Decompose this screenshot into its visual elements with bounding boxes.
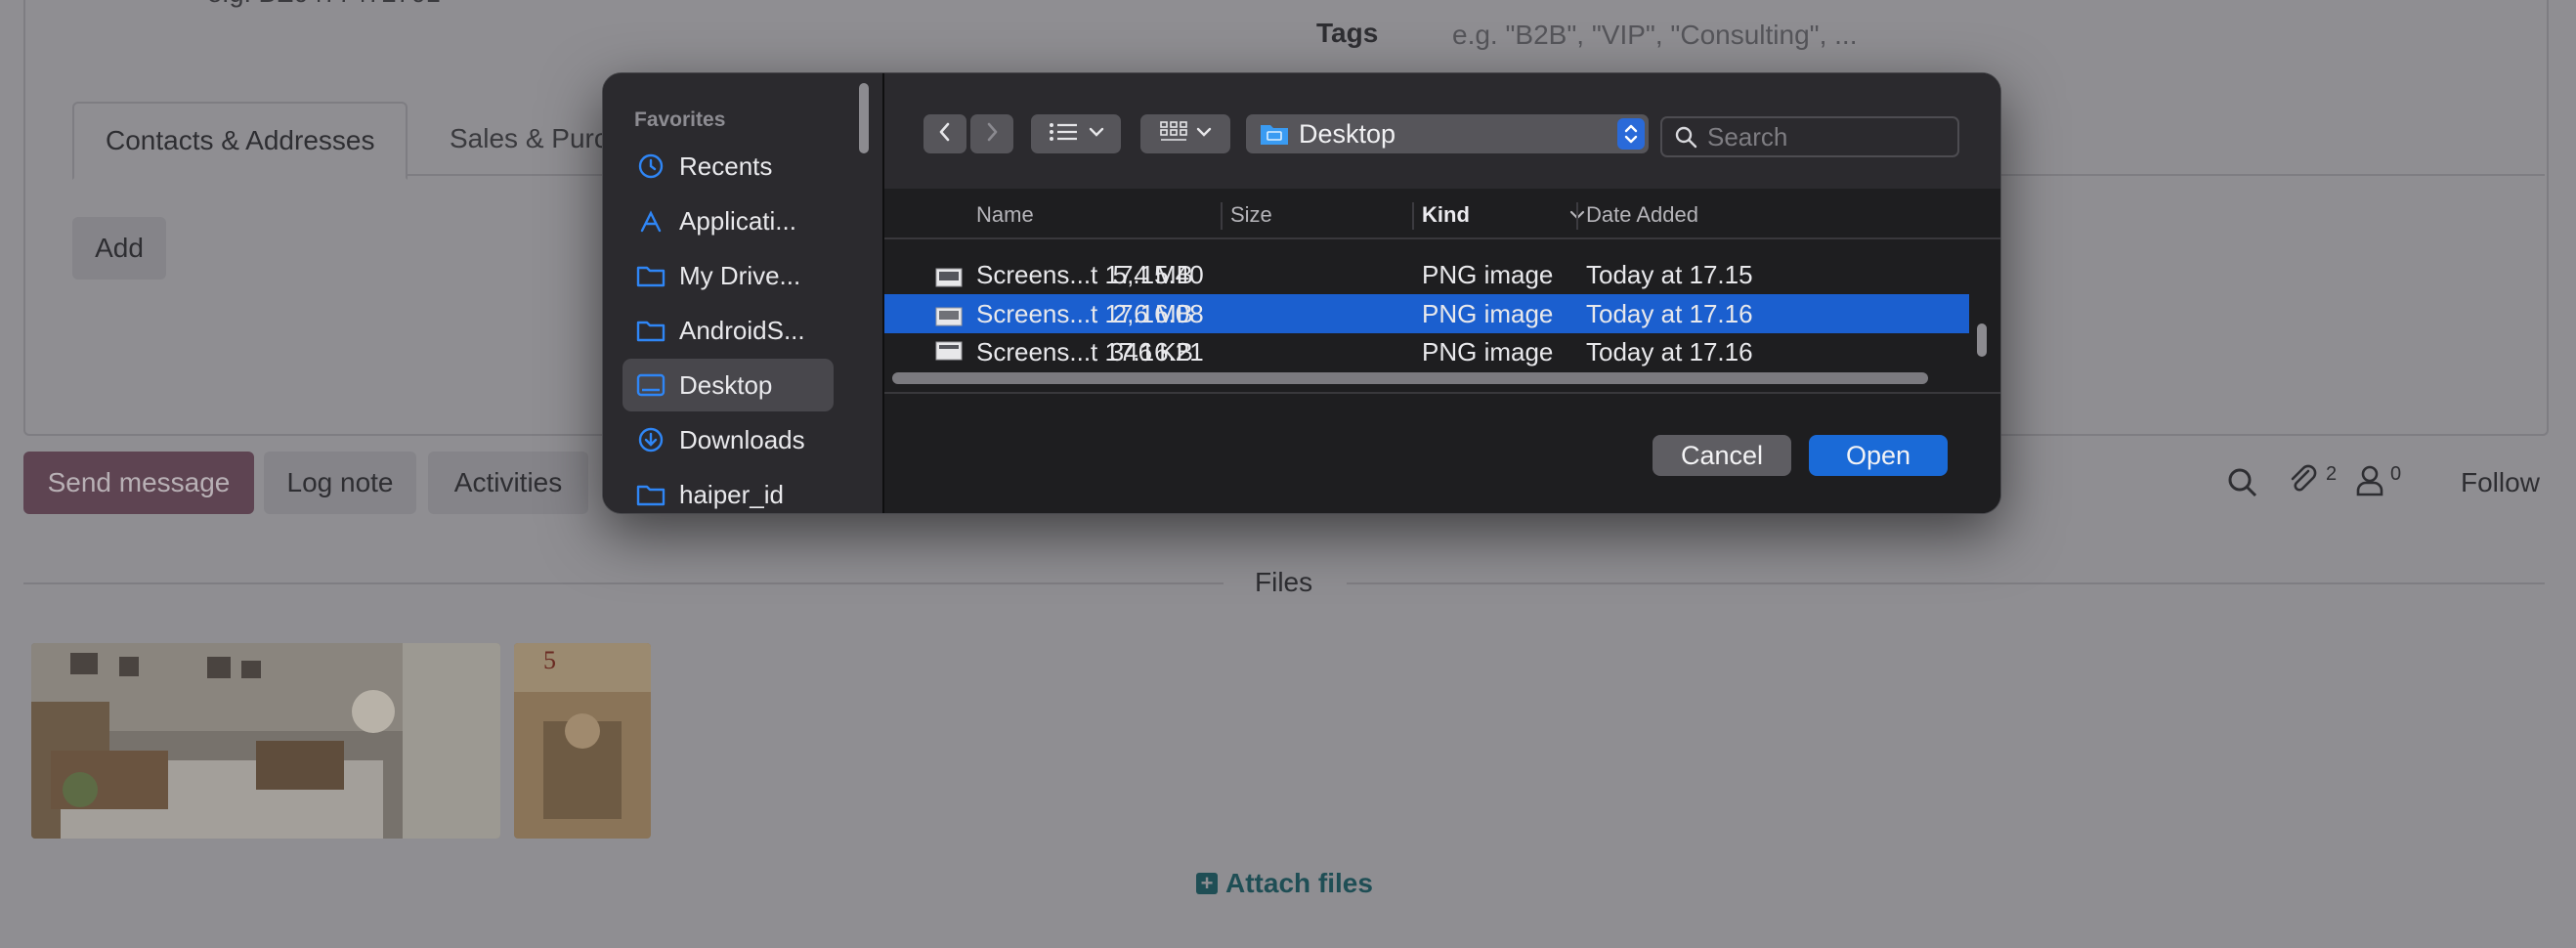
plus-square-icon: + <box>1196 873 1218 894</box>
search-icon <box>1674 125 1697 149</box>
sidebar-item-label: Downloads <box>679 424 805 454</box>
sidebar-item-desktop[interactable]: Desktop <box>623 359 834 411</box>
user-icon <box>2355 463 2384 503</box>
location-popup[interactable]: Desktop <box>1246 114 1649 153</box>
file-list-vertical-scrollbar[interactable] <box>1977 323 1987 357</box>
file-date: Today at 17.16 <box>1586 337 1753 366</box>
file-list-divider <box>884 392 2000 394</box>
group-by-button[interactable] <box>1140 114 1230 153</box>
file-kind: PNG image <box>1422 259 1554 289</box>
sidebar-item-downloads[interactable]: Downloads <box>623 413 834 466</box>
sidebar-item-label: Applicati... <box>679 205 796 236</box>
five-little-pigs-image-thumbnail[interactable]: 5 <box>514 643 651 839</box>
column-divider <box>1412 202 1414 230</box>
chevron-down-icon <box>1089 125 1104 143</box>
grid-view-icon <box>1159 120 1188 149</box>
sidebar-item-haiper-id[interactable]: haiper_id <box>623 468 834 513</box>
column-kind[interactable]: Kind <box>1422 202 1470 228</box>
files-divider-right <box>1347 582 2545 584</box>
open-button[interactable]: Open <box>1809 435 1948 476</box>
file-kind: PNG image <box>1422 337 1554 366</box>
search-field[interactable]: Search <box>1660 116 1959 157</box>
sidebar-item-label: Desktop <box>679 369 773 400</box>
sidebar-item-label: Recents <box>679 151 773 181</box>
back-button[interactable] <box>923 114 966 153</box>
file-size: 346 KB <box>1109 337 1193 366</box>
add-button[interactable]: Add <box>72 217 166 280</box>
column-divider <box>1221 202 1223 230</box>
desktop-icon <box>636 370 665 400</box>
column-name[interactable]: Name <box>976 202 1034 228</box>
column-date-added[interactable]: Date Added <box>1586 202 1698 228</box>
bedroom-image-thumbnail[interactable] <box>31 643 500 839</box>
png-file-icon <box>935 337 963 361</box>
files-heading: Files <box>1255 567 1313 597</box>
sidebar-item-label: My Drive... <box>679 260 801 290</box>
follow-button[interactable]: Follow <box>2461 461 2540 504</box>
file-date: Today at 17.15 <box>1586 259 1753 289</box>
location-stepper-icon <box>1617 118 1645 150</box>
file-kind: PNG image <box>1422 298 1554 328</box>
favorites-heading: Favorites <box>634 108 726 131</box>
file-list-horizontal-scrollbar[interactable] <box>892 372 1928 384</box>
svg-text:5: 5 <box>543 646 556 674</box>
attach-files-button[interactable]: + Attach files <box>1196 868 1373 899</box>
sidebar-item-label: AndroidS... <box>679 315 805 345</box>
clock-icon <box>636 151 665 181</box>
png-file-icon <box>935 264 963 287</box>
sidebar-item-my-drive[interactable]: My Drive... <box>623 249 834 302</box>
chevron-down-icon <box>1196 125 1212 143</box>
folder-icon <box>636 480 665 509</box>
sidebar-item-androids[interactable]: AndroidS... <box>623 304 834 357</box>
list-view-icon <box>1048 121 1081 148</box>
folder-icon <box>636 261 665 290</box>
tab-contacts-addresses[interactable]: Contacts & Addresses <box>72 102 408 180</box>
file-row[interactable]: Screens...t 17.15.40 5,4 MB PNG image To… <box>884 255 1969 294</box>
send-message-button[interactable]: Send message <box>23 452 254 514</box>
chevron-left-icon <box>935 120 955 149</box>
folder-icon <box>636 316 665 345</box>
location-label: Desktop <box>1299 118 1396 149</box>
column-divider <box>1576 202 1578 230</box>
applications-icon <box>636 206 665 236</box>
chatter-search-icon[interactable] <box>2226 461 2259 504</box>
file-open-dialog: Favorites Recents Applicati... My Drive.… <box>602 72 2001 514</box>
activities-button[interactable]: Activities <box>428 452 588 514</box>
column-header-row: Name Size Kind Date Added <box>884 194 2000 239</box>
column-size[interactable]: Size <box>1230 202 1272 228</box>
followers-count: 0 <box>2390 462 2402 485</box>
dialog-main: Desktop Search Name Size Kind Date Added… <box>884 73 2000 513</box>
followers-button[interactable]: 0 <box>2355 461 2401 504</box>
cancel-button[interactable]: Cancel <box>1653 435 1791 476</box>
chevron-right-icon <box>982 120 1002 149</box>
attachments-count: 2 <box>2326 462 2338 485</box>
desktop-folder-icon <box>1260 122 1289 146</box>
file-size: 5,4 MB <box>1112 259 1193 289</box>
sidebar-item-recents[interactable]: Recents <box>623 140 834 193</box>
search-placeholder: Search <box>1707 121 1788 151</box>
forward-button[interactable] <box>970 114 1013 153</box>
file-size: 2,6 MB <box>1112 298 1193 328</box>
downloads-icon <box>636 425 665 454</box>
file-date: Today at 17.16 <box>1586 298 1753 328</box>
attach-files-label: Attach files <box>1225 868 1373 898</box>
dialog-toolbar: Desktop Search <box>884 73 2000 189</box>
file-row-selected[interactable]: Screens...t 17.16.08 2,6 MB PNG image To… <box>884 294 1969 333</box>
sidebar-item-applications[interactable]: Applicati... <box>623 194 834 247</box>
sidebar-item-label: haiper_id <box>679 479 784 509</box>
paperclip-icon <box>2287 463 2320 503</box>
view-mode-button[interactable] <box>1031 114 1121 153</box>
sidebar-scrollbar[interactable] <box>859 83 869 153</box>
log-note-button[interactable]: Log note <box>264 452 416 514</box>
file-row[interactable]: Screens...t 17.16.21 346 KB PNG image To… <box>884 333 1969 370</box>
png-file-icon <box>935 303 963 326</box>
attachments-button[interactable]: 2 <box>2287 461 2337 504</box>
files-divider-left <box>23 582 1224 584</box>
dialog-sidebar: Favorites Recents Applicati... My Drive.… <box>603 73 884 513</box>
